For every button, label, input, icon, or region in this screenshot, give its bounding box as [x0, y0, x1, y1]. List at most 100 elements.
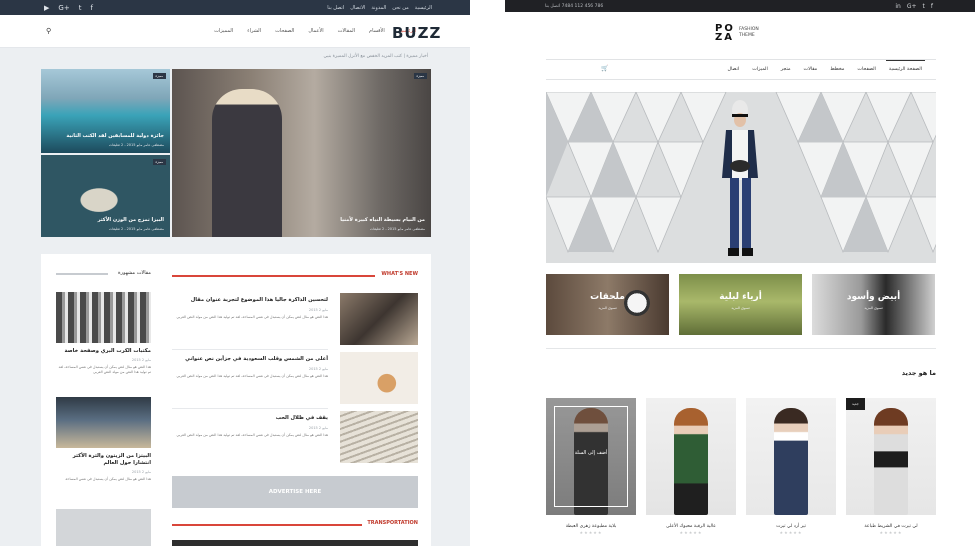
- category-tile[interactable]: ملحقات تسوق المزيد: [546, 274, 669, 335]
- product-card[interactable]: أضف إلى السلة بلاية مطبوعة زهري العبطة ★…: [546, 398, 636, 535]
- site-logo[interactable]: BUZZ: [392, 24, 441, 42]
- category-link[interactable]: تسوق المزيد: [812, 306, 935, 310]
- nav-item-business[interactable]: الأعمال: [308, 28, 323, 34]
- product-image[interactable]: [746, 398, 836, 515]
- cart-icon[interactable]: 🛒: [601, 65, 608, 72]
- product-name[interactable]: لي تيرت في الشريط طباعة: [846, 524, 936, 529]
- news-item[interactable]: أعلى من الشمس وقلب السعودية في جزأين نص …: [172, 352, 418, 409]
- rating-stars: ★★★★★: [679, 530, 703, 535]
- category-tile[interactable]: أبيض وأسود تسوق المزيد: [812, 274, 935, 335]
- nav-item-pages[interactable]: الصفحات: [857, 67, 875, 72]
- category-tile[interactable]: أرياء لبلية تسوق المزيد: [679, 274, 802, 335]
- product-name[interactable]: بلاية مطبوعة زهري العبطة: [546, 524, 636, 529]
- model-figure: [774, 408, 808, 515]
- section-heading-transportation: TRANSPORTATION: [172, 520, 418, 526]
- buzz-theme-preview: ▶ G+ t f الرئيسية من نحن المدونة الاتصال…: [0, 0, 470, 546]
- divider: [546, 348, 936, 349]
- product-name[interactable]: عالية الرقبة محبوك الأعلى: [646, 524, 736, 529]
- news-thumbnail[interactable]: [340, 293, 418, 345]
- sidebar-placeholder: [56, 509, 151, 546]
- nav-item-articles[interactable]: مقالات: [804, 67, 818, 72]
- product-name[interactable]: تير أرد لي تيرت: [746, 524, 836, 529]
- post-meta: مايو 2 2015: [131, 358, 151, 362]
- site-logo[interactable]: PO ZA FASHION THEME: [715, 24, 759, 43]
- nav-item-contact[interactable]: اتصال: [727, 67, 739, 72]
- category-label: ملحقات: [590, 292, 625, 302]
- top-link-call[interactable]: اتصل بنا: [327, 5, 344, 11]
- advertise-banner[interactable]: ADVERTISE HERE: [172, 476, 418, 508]
- twitter-icon[interactable]: t: [923, 3, 925, 10]
- tile-caption[interactable]: البيزا تمزج من الوزن الأكثر: [98, 217, 164, 223]
- sidebar-post[interactable]: البيتزا من الزيتون والثرة الأكثر انتشارا…: [56, 397, 151, 482]
- news-meta: مايو 2 2015: [308, 367, 328, 371]
- news-excerpt: هذا النص هو مثال لنص يمكن أن يستبدل في ن…: [176, 315, 328, 319]
- twitter-icon[interactable]: t: [79, 4, 82, 12]
- news-excerpt: هذا النص هو مثال لنص يمكن أن يستبدل في ن…: [176, 374, 328, 378]
- top-link-blog[interactable]: المدونة: [371, 5, 386, 11]
- section-heading-whats-new: ما هو جديد: [901, 369, 936, 377]
- sidebar-post[interactable]: مكتبات الكرت البري وصفحة خاصة مايو 2 201…: [56, 292, 151, 375]
- featured-tile[interactable]: مميزة البيزا تمزج من الوزن الأكثر مصطفى …: [41, 155, 170, 237]
- news-meta: مايو 2 2015: [308, 308, 328, 312]
- nav-item-shop[interactable]: الشراء: [247, 28, 261, 34]
- top-link-home[interactable]: الرئيسية: [415, 5, 432, 11]
- product-card[interactable]: تير أرد لي تيرت ★★★★★: [746, 398, 836, 535]
- product-image[interactable]: أضف إلى السلة: [546, 398, 636, 515]
- category-link[interactable]: تسوق المزيد: [546, 306, 669, 310]
- facebook-icon[interactable]: f: [931, 3, 933, 10]
- google-plus-icon[interactable]: G+: [58, 4, 69, 12]
- category-link[interactable]: تسوق المزيد: [679, 306, 802, 310]
- news-thumbnail[interactable]: [340, 411, 418, 463]
- divider: [172, 408, 328, 409]
- news-title[interactable]: يقف في ظلال الحب: [172, 415, 328, 421]
- linkedin-icon[interactable]: in: [895, 3, 900, 10]
- news-item[interactable]: لتحسين الذاكرة جاليا هذا الموضوع لتجربة …: [172, 293, 418, 350]
- news-title[interactable]: أعلى من الشمس وقلب السعودية في جزأين نص …: [172, 356, 328, 362]
- news-meta: مايو 2 2015: [308, 426, 328, 430]
- post-title[interactable]: البيتزا من الزيتون والثرة الأكثر انتشارا…: [56, 453, 151, 467]
- section-heading-whats-new: WHAT'S NEW: [172, 271, 418, 277]
- news-item[interactable]: يقف في ظلال الحب مايو 2 2015 هذا النص هو…: [172, 411, 418, 463]
- youtube-icon[interactable]: ▶: [44, 4, 49, 12]
- product-image[interactable]: [646, 398, 736, 515]
- post-title[interactable]: مكتبات الكرت البري وصفحة خاصة: [56, 348, 151, 355]
- top-link-contact[interactable]: الاتصال: [350, 5, 365, 11]
- post-thumbnail[interactable]: [56, 397, 151, 448]
- featured-image: [41, 155, 170, 237]
- featured-tile[interactable]: مميزة جائزة دولية للمسابقين لقد الكتب ال…: [41, 69, 170, 153]
- hero-banner[interactable]: [546, 92, 936, 263]
- product-image[interactable]: جديد: [846, 398, 936, 515]
- rating-stars: ★★★★★: [779, 530, 803, 535]
- transport-image-strip[interactable]: [172, 540, 418, 546]
- nav-item-features[interactable]: الميزات: [752, 67, 768, 72]
- tile-tag: مميزة: [152, 159, 166, 165]
- nav-item-features[interactable]: المميزات: [214, 28, 233, 34]
- nav-item-shop[interactable]: متجر: [781, 67, 791, 72]
- nav-item-pages[interactable]: الصفحات: [275, 28, 294, 34]
- nav-item-sections[interactable]: الأقسام: [369, 28, 385, 34]
- google-plus-icon[interactable]: G+: [907, 3, 917, 10]
- news-title[interactable]: لتحسين الذاكرة جاليا هذا الموضوع لتجربة …: [172, 297, 328, 303]
- tile-caption[interactable]: جائزة دولية للمسابقين لقد الكتب الثانية: [66, 133, 164, 139]
- featured-tile-large[interactable]: مميزة من النيام بسيطة النياه كبيرة لأمني…: [172, 69, 431, 237]
- tile-meta: مصطفى عامر مايو 2015 ، 2 تعليقات: [108, 227, 164, 231]
- rating-stars: ★★★★★: [879, 530, 903, 535]
- product-card[interactable]: عالية الرقبة محبوك الأعلى ★★★★★: [646, 398, 736, 535]
- news-thumbnail[interactable]: [340, 352, 418, 404]
- nav-item-layout[interactable]: مخطط: [830, 67, 844, 72]
- tile-caption[interactable]: من النيام بسيطة النياه كبيرة لأمنيا: [340, 217, 425, 223]
- featured-image: [41, 69, 170, 153]
- divider: [172, 349, 328, 350]
- facebook-icon[interactable]: f: [90, 4, 92, 12]
- hover-frame: [554, 406, 628, 507]
- add-to-cart-button[interactable]: أضف إلى السلة: [546, 450, 636, 456]
- saxophonist-figure: [212, 89, 282, 237]
- product-card[interactable]: جديد لي تيرت في الشريط طباعة ★★★★★: [846, 398, 936, 535]
- search-icon[interactable]: ⚲: [46, 27, 51, 35]
- tile-meta: مصطفى عامر مايو 2015 ، 2 تعليقات: [108, 143, 164, 147]
- post-thumbnail[interactable]: [56, 292, 151, 343]
- top-link-about[interactable]: من نحن: [392, 5, 409, 11]
- featured-image: [172, 69, 431, 237]
- nav-item-home[interactable]: الصفحة الرئيسية: [885, 60, 926, 72]
- nav-item-articles[interactable]: المقالات: [338, 28, 355, 34]
